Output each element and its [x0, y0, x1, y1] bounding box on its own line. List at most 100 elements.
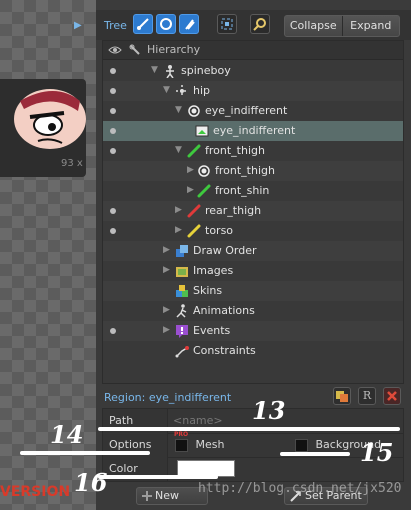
collapsed-arrow-icon[interactable]: ▶ [175, 205, 182, 215]
tree-node-label: rear_thigh [205, 204, 262, 217]
visibility-dot[interactable] [110, 208, 116, 214]
tree-row-constraints[interactable]: Constraints [103, 341, 403, 361]
expand-arrow-icon[interactable]: ▼ [175, 105, 182, 115]
delete-button[interactable] [383, 387, 401, 405]
annotation-13: 13 [252, 396, 286, 425]
tree-node-label: front_thigh [215, 164, 275, 177]
delete-x-icon [387, 391, 397, 401]
focus-selection-button[interactable] [217, 14, 237, 34]
collapse-expand-group: Collapse Expand [284, 15, 400, 37]
tree-row-events[interactable]: ▶ Events [103, 321, 403, 341]
tree-row-hip[interactable]: ▼ hip [103, 81, 403, 101]
panel-collapse-icon[interactable]: ▶ [74, 20, 82, 31]
events-icon [176, 325, 188, 338]
tree-row-animations[interactable]: ▶ Animations [103, 301, 403, 321]
hierarchy-header-label: Hierarchy [147, 43, 201, 56]
collapsed-arrow-icon[interactable]: ▶ [163, 265, 170, 275]
collapsed-arrow-icon[interactable]: ▶ [163, 245, 170, 255]
path-input[interactable]: <name> [173, 414, 223, 427]
collapsed-arrow-icon[interactable]: ▶ [163, 325, 170, 335]
tree-row-torso[interactable]: ▶ torso [103, 221, 403, 241]
tree-node-label: Images [193, 264, 234, 277]
annotation-15: 15 [360, 438, 394, 467]
visibility-eye-icon[interactable] [108, 44, 122, 56]
tree-row-images[interactable]: ▶ Images [103, 261, 403, 281]
region-attachment-icon [195, 125, 209, 137]
collapsed-arrow-icon[interactable]: ▶ [187, 165, 194, 175]
search-icon [253, 18, 266, 31]
tree-row-front-thigh-bone[interactable]: ▼ front_thigh [103, 141, 403, 161]
bone-column-icon[interactable] [129, 44, 141, 56]
slot-filter-icon [160, 18, 172, 30]
filter-slots-button[interactable] [156, 14, 176, 34]
visibility-dot[interactable] [110, 128, 116, 134]
bone-filter-icon [137, 18, 149, 30]
tree-row-skins[interactable]: Skins [103, 281, 403, 301]
constraints-icon [175, 346, 189, 358]
expand-arrow-icon[interactable]: ▼ [151, 65, 158, 75]
slot-icon [188, 105, 200, 117]
attachment-filter-icon [185, 19, 195, 30]
tree-node-label: hip [193, 84, 211, 97]
visibility-dot[interactable] [110, 328, 116, 334]
annotation-scribble [20, 451, 150, 455]
tree-row-rear-thigh[interactable]: ▶ rear_thigh [103, 201, 403, 221]
collapsed-arrow-icon[interactable]: ▶ [187, 185, 194, 195]
visibility-dot[interactable] [110, 88, 116, 94]
color-label: Color [109, 462, 138, 475]
hierarchy-tree[interactable]: Hierarchy ▼ spineboy ▼ hip ▼ eye_indiffe… [102, 40, 404, 384]
tree-toolbar: Tree Collapse Expand [96, 10, 411, 40]
visibility-dot[interactable] [110, 228, 116, 234]
bone-icon [187, 204, 201, 218]
blog-watermark: http://blog.csdn.net/jx520 [198, 481, 402, 496]
mesh-checkbox[interactable] [175, 438, 188, 452]
hierarchy-header: Hierarchy [103, 41, 403, 60]
new-icon [142, 491, 152, 501]
tree-row-draw-order[interactable]: ▶ Draw Order [103, 241, 403, 261]
filter-bones-button[interactable] [133, 14, 153, 34]
tree-row-region-eye-indifferent[interactable]: eye_indifferent [103, 121, 403, 141]
collapsed-arrow-icon[interactable]: ▶ [175, 225, 182, 235]
search-button[interactable] [250, 14, 270, 34]
tree-node-label: Animations [193, 304, 255, 317]
mesh-option[interactable]: PRO Mesh [174, 431, 225, 452]
collapsed-arrow-icon[interactable]: ▶ [163, 305, 170, 315]
visibility-dot[interactable] [110, 108, 116, 114]
expand-arrow-icon[interactable]: ▼ [163, 85, 170, 95]
tree-node-label: spineboy [181, 64, 231, 77]
filter-attachments-button[interactable] [179, 14, 199, 34]
bone-icon [187, 224, 201, 238]
annotation-16: 16 [74, 468, 108, 497]
visibility-dot[interactable] [110, 148, 116, 154]
annotation-scribble [98, 427, 400, 431]
images-folder-icon [176, 267, 188, 277]
tree-node-label: front_thigh [205, 144, 265, 157]
expand-button[interactable]: Expand [341, 16, 400, 36]
skins-icon [176, 285, 188, 297]
annotation-14: 14 [50, 420, 84, 449]
tree-row-spineboy[interactable]: ▼ spineboy [103, 61, 403, 81]
options-label: Options [109, 438, 152, 451]
focus-icon [221, 18, 233, 30]
tree-node-label: Constraints [193, 344, 256, 357]
slot-icon [198, 165, 210, 177]
collapse-button[interactable]: Collapse [285, 16, 342, 36]
mesh-label: Mesh [195, 438, 225, 451]
tree-node-label: Skins [193, 284, 223, 297]
tree-node-label: front_shin [215, 184, 270, 197]
path-label: Path [109, 414, 134, 427]
animations-icon [176, 304, 187, 318]
background-checkbox[interactable] [295, 438, 308, 452]
region-image-button[interactable] [333, 387, 351, 405]
tree-node-label: eye_indifferent [213, 124, 296, 137]
bone-icon [187, 144, 201, 158]
visibility-dot[interactable] [110, 68, 116, 74]
expand-arrow-icon[interactable]: ▼ [175, 145, 182, 155]
region-r-button[interactable]: R [358, 387, 376, 405]
tree-row-front-thigh-slot[interactable]: ▶ front_thigh [103, 161, 403, 181]
draw-order-icon [176, 245, 188, 257]
tree-row-front-shin[interactable]: ▶ front_shin [103, 181, 403, 201]
tree-node-label: torso [205, 224, 234, 237]
annotation-scribble [280, 452, 350, 456]
tree-row-slot-eye-indifferent[interactable]: ▼ eye_indifferent [103, 101, 403, 121]
